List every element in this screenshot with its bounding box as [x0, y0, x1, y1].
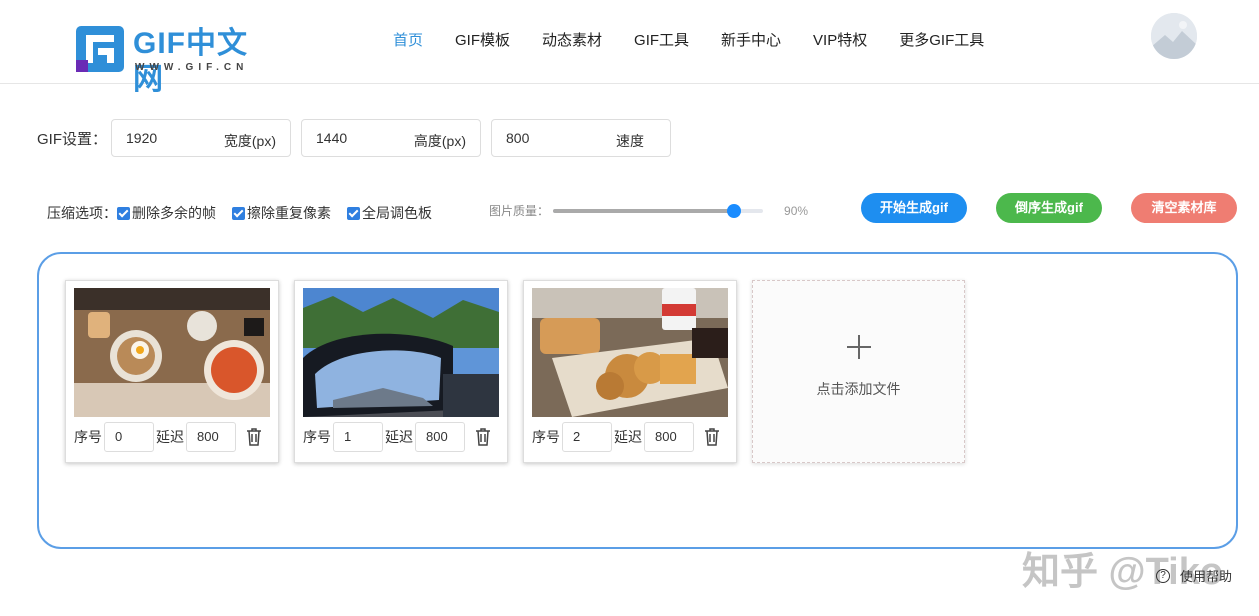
delay-input[interactable]: 800 — [186, 422, 236, 452]
main-nav: 首页 GIF模板 动态素材 GIF工具 新手中心 VIP特权 更多GIF工具 — [393, 31, 1016, 51]
frame-thumbnail[interactable] — [74, 288, 270, 417]
order-input[interactable]: 0 — [104, 422, 154, 452]
nav-home[interactable]: 首页 — [393, 31, 423, 51]
nav-vip[interactable]: VIP特权 — [813, 31, 867, 51]
avatar-image-icon — [1151, 13, 1197, 59]
quality-control: 图片质量： 90% — [489, 202, 808, 219]
option-remove-frames[interactable]: 删除多余的帧 — [117, 203, 216, 223]
quality-slider-handle[interactable] — [727, 203, 742, 218]
quality-label: 图片质量： — [489, 204, 550, 218]
frame-controls: 序号 1 延迟 800 — [303, 422, 491, 452]
quality-slider-fill — [553, 208, 735, 213]
frame-card: 序号 0 延迟 800 — [65, 280, 279, 463]
checkbox-erase-pixels[interactable] — [232, 206, 245, 220]
option-remove-frames-label: 删除多余的帧 — [132, 205, 216, 221]
nav-beginner-center[interactable]: 新手中心 — [721, 31, 781, 51]
help-link[interactable]: ? 使用帮助 — [1156, 566, 1232, 585]
quality-value: 90% — [784, 203, 809, 218]
order-label: 序号 — [74, 429, 102, 445]
speed-unit: 速度 — [616, 133, 644, 149]
order-label: 序号 — [532, 429, 560, 445]
delay-input[interactable]: 800 — [415, 422, 465, 452]
trash-icon[interactable] — [704, 428, 720, 446]
option-global-palette[interactable]: 全局调色板 — [347, 203, 432, 223]
nav-animated-materials[interactable]: 动态素材 — [542, 31, 602, 51]
gif-settings: GIF设置： 宽度(px) 高度(px) 速度 — [37, 119, 681, 157]
option-global-palette-label: 全局调色板 — [362, 205, 432, 221]
compress-options: 压缩选项： 删除多余的帧 擦除重复像素 全局调色板 — [47, 203, 448, 223]
delay-label: 延迟 — [614, 429, 642, 445]
trash-icon[interactable] — [475, 428, 491, 446]
site-logo[interactable]: GIF中文网 WWW.GIF.CN — [76, 26, 276, 96]
checkbox-remove-frames[interactable] — [117, 206, 130, 220]
order-input[interactable]: 1 — [333, 422, 383, 452]
site-header: GIF中文网 WWW.GIF.CN 首页 GIF模板 动态素材 GIF工具 新手… — [0, 0, 1259, 96]
option-erase-pixels[interactable]: 擦除重复像素 — [232, 203, 331, 223]
speed-field: 速度 — [491, 119, 671, 157]
nav-gif-tools[interactable]: GIF工具 — [634, 31, 689, 51]
trash-icon[interactable] — [246, 428, 262, 446]
logo-subtitle: WWW.GIF.CN — [135, 62, 249, 73]
frame-thumbnail[interactable] — [303, 288, 499, 417]
checkbox-global-palette[interactable] — [347, 206, 360, 220]
width-field: 宽度(px) — [111, 119, 291, 157]
quality-slider[interactable] — [553, 203, 764, 219]
height-unit: 高度(px) — [413, 133, 466, 149]
nav-gif-templates[interactable]: GIF模板 — [455, 31, 510, 51]
width-unit: 宽度(px) — [223, 133, 276, 149]
option-erase-pixels-label: 擦除重复像素 — [247, 205, 331, 221]
order-label: 序号 — [303, 429, 331, 445]
reverse-generate-button[interactable]: 倒序生成gif — [996, 193, 1102, 223]
user-avatar[interactable] — [1151, 13, 1197, 59]
start-generate-button[interactable]: 开始生成gif — [861, 193, 967, 223]
height-field: 高度(px) — [301, 119, 481, 157]
logo-mark-icon — [76, 26, 124, 72]
frame-controls: 序号 0 延迟 800 — [74, 422, 262, 452]
delay-label: 延迟 — [156, 429, 184, 445]
clear-library-button[interactable]: 清空素材库 — [1131, 193, 1237, 223]
delay-label: 延迟 — [385, 429, 413, 445]
frame-thumbnail[interactable] — [532, 288, 728, 417]
delay-input[interactable]: 800 — [644, 422, 694, 452]
add-file-label: 点击添加文件 — [816, 381, 901, 397]
add-file-card[interactable]: 点击添加文件 — [752, 280, 965, 463]
gif-settings-label: GIF设置： — [37, 130, 107, 148]
frame-card: 序号 2 延迟 800 — [523, 280, 737, 463]
help-icon: ? — [1156, 568, 1170, 583]
nav-more-gif-tools[interactable]: 更多GIF工具 — [899, 31, 984, 51]
order-input[interactable]: 2 — [562, 422, 612, 452]
plus-icon — [847, 335, 871, 359]
compress-label: 压缩选项： — [47, 205, 117, 221]
frame-card: 序号 1 延迟 800 — [294, 280, 508, 463]
help-label: 使用帮助 — [1180, 569, 1233, 584]
frame-controls: 序号 2 延迟 800 — [532, 422, 720, 452]
